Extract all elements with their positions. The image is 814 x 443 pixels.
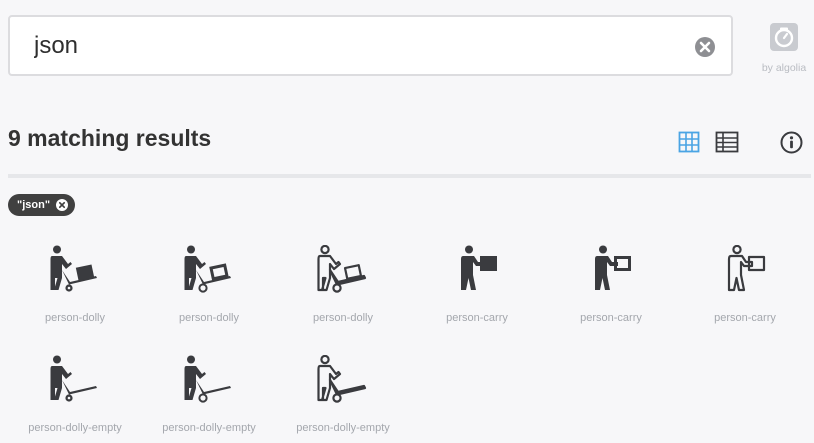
icon-label: person-dolly-empty xyxy=(296,422,390,434)
icon-label: person-carry xyxy=(714,312,776,324)
table-view-icon[interactable] xyxy=(715,131,739,153)
icon-label: person-dolly xyxy=(45,312,105,324)
person-dolly-icon xyxy=(184,245,231,293)
icon-result-card[interactable]: person-carry xyxy=(410,234,544,342)
icon-label: person-dolly-empty xyxy=(28,422,122,434)
grid-view-icon[interactable] xyxy=(678,131,700,153)
algolia-label: by algolia xyxy=(761,62,807,74)
results-count-title: 9 matching results xyxy=(8,125,212,151)
icon-result-card[interactable]: person-dolly xyxy=(276,234,410,342)
remove-filter-icon[interactable] xyxy=(56,199,69,211)
person-dolly-empty-icon xyxy=(184,355,231,403)
icon-result-card[interactable]: person-dolly-empty xyxy=(142,344,276,443)
results-divider xyxy=(8,174,811,178)
algolia-badge[interactable]: by algolia xyxy=(754,22,814,74)
person-dolly-icon xyxy=(50,245,97,292)
filter-chip: "json" xyxy=(8,194,76,216)
info-icon[interactable] xyxy=(780,131,803,154)
search-input[interactable] xyxy=(34,29,674,63)
person-carry-icon xyxy=(595,245,631,290)
person-dolly-empty-icon xyxy=(50,355,97,402)
search-box xyxy=(8,15,733,76)
icon-label: person-dolly xyxy=(179,312,239,324)
person-dolly-icon xyxy=(317,245,367,293)
icon-result-card[interactable]: person-carry xyxy=(678,234,812,342)
algolia-logo-icon xyxy=(770,23,798,51)
icon-label: person-dolly-empty xyxy=(162,422,256,434)
icon-label: person-dolly xyxy=(313,312,373,324)
icon-result-card[interactable]: person-dolly-empty xyxy=(276,344,410,443)
icon-result-card[interactable]: person-dolly xyxy=(8,234,142,342)
person-carry-icon xyxy=(461,245,497,290)
person-dolly-empty-icon xyxy=(317,355,367,403)
icon-result-card[interactable]: person-carry xyxy=(544,234,678,342)
icon-label: person-carry xyxy=(446,312,508,324)
icon-result-card[interactable]: person-dolly xyxy=(142,234,276,342)
icon-result-card[interactable]: person-dolly-empty xyxy=(8,344,142,443)
filter-chip-label: "json" xyxy=(17,199,51,211)
person-carry-icon xyxy=(727,245,766,292)
clear-search-icon[interactable] xyxy=(694,36,716,58)
icon-label: person-carry xyxy=(580,312,642,324)
